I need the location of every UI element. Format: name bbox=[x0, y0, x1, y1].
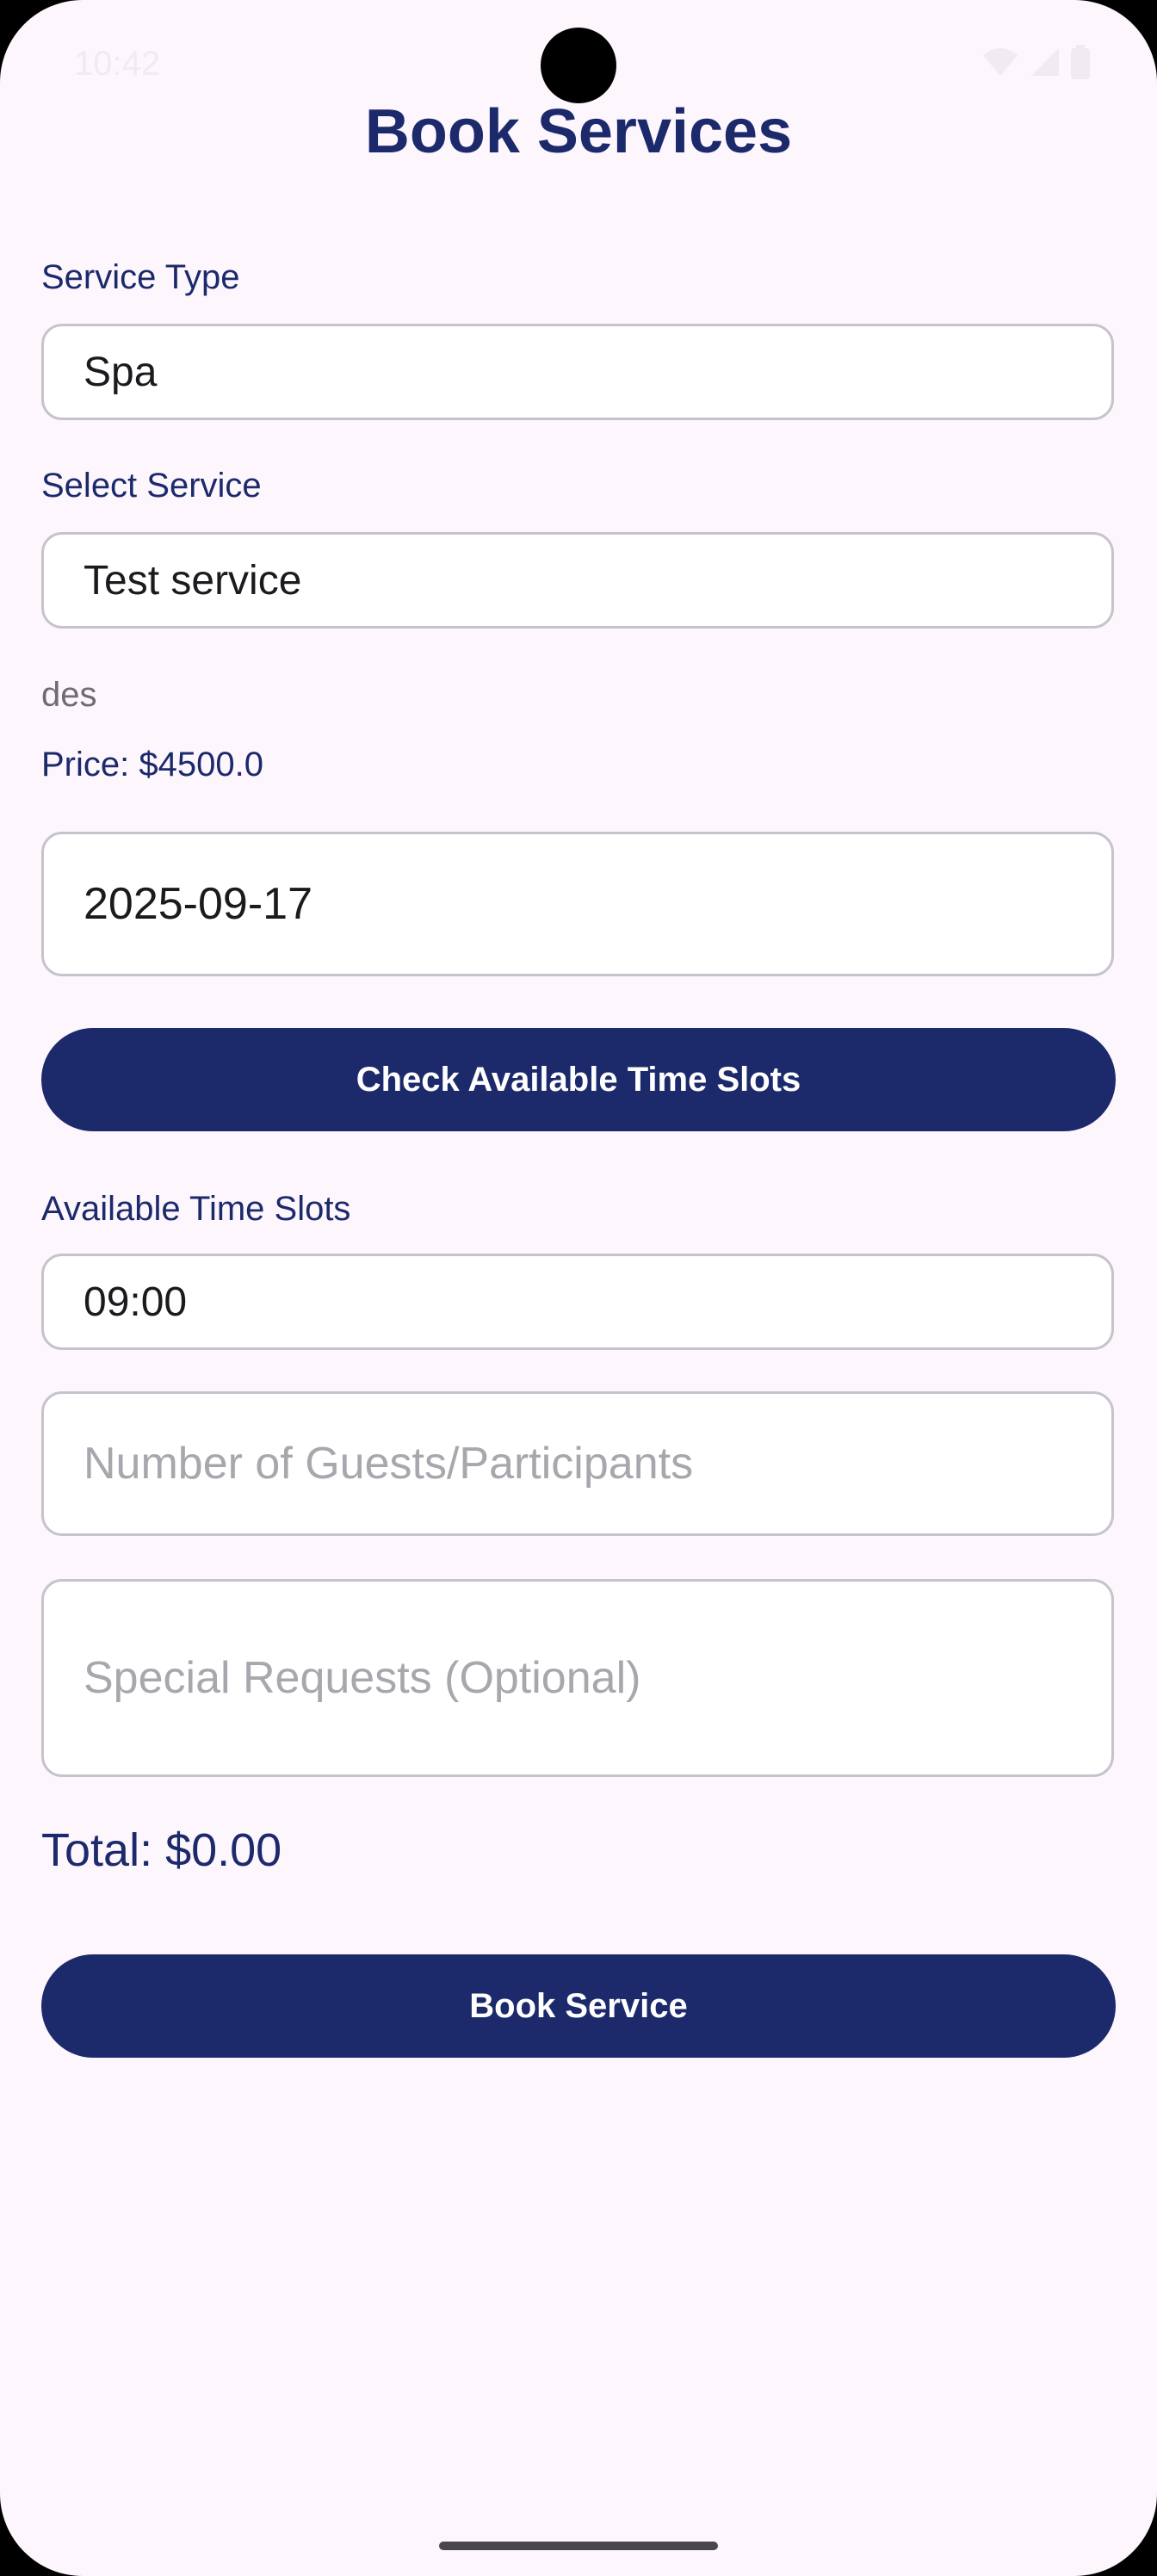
time-slots-value: 09:00 bbox=[84, 1279, 188, 1325]
time-slots-dropdown[interactable]: 09:00 bbox=[41, 1254, 1114, 1350]
status-time: 10:42 bbox=[74, 45, 161, 83]
service-type-dropdown[interactable]: Spa bbox=[41, 324, 1114, 420]
service-description: des bbox=[41, 676, 97, 714]
cellular-signal-icon bbox=[1030, 46, 1061, 82]
service-type-label: Service Type bbox=[41, 258, 240, 296]
camera-cutout bbox=[541, 28, 616, 103]
service-type-value: Spa bbox=[84, 349, 158, 395]
check-time-slots-button[interactable]: Check Available Time Slots bbox=[41, 1028, 1116, 1131]
book-service-button[interactable]: Book Service bbox=[41, 1954, 1116, 2058]
service-price: Price: $4500.0 bbox=[41, 746, 263, 783]
special-requests-input[interactable]: Special Requests (Optional) bbox=[41, 1579, 1114, 1777]
select-service-dropdown[interactable]: Test service bbox=[41, 532, 1114, 629]
status-icons bbox=[981, 45, 1090, 84]
wifi-icon bbox=[981, 46, 1019, 82]
guests-input[interactable]: Number of Guests/Participants bbox=[41, 1391, 1114, 1536]
select-service-value: Test service bbox=[84, 557, 302, 604]
home-indicator[interactable] bbox=[439, 2542, 718, 2550]
date-field[interactable]: 2025-09-17 bbox=[41, 832, 1114, 976]
screen: 10:42 Book Services Service Type Spa Sel… bbox=[0, 0, 1157, 2576]
date-value: 2025-09-17 bbox=[84, 879, 312, 929]
page-title: Book Services bbox=[364, 97, 793, 166]
guests-placeholder: Number of Guests/Participants bbox=[84, 1439, 694, 1489]
time-slots-label: Available Time Slots bbox=[41, 1190, 351, 1228]
book-service-button-label: Book Service bbox=[469, 1986, 688, 2025]
total-price: Total: $0.00 bbox=[41, 1824, 282, 1876]
check-time-slots-button-label: Check Available Time Slots bbox=[356, 1060, 801, 1099]
select-service-label: Select Service bbox=[41, 467, 262, 505]
special-requests-placeholder: Special Requests (Optional) bbox=[84, 1653, 641, 1703]
battery-icon bbox=[1071, 45, 1090, 84]
